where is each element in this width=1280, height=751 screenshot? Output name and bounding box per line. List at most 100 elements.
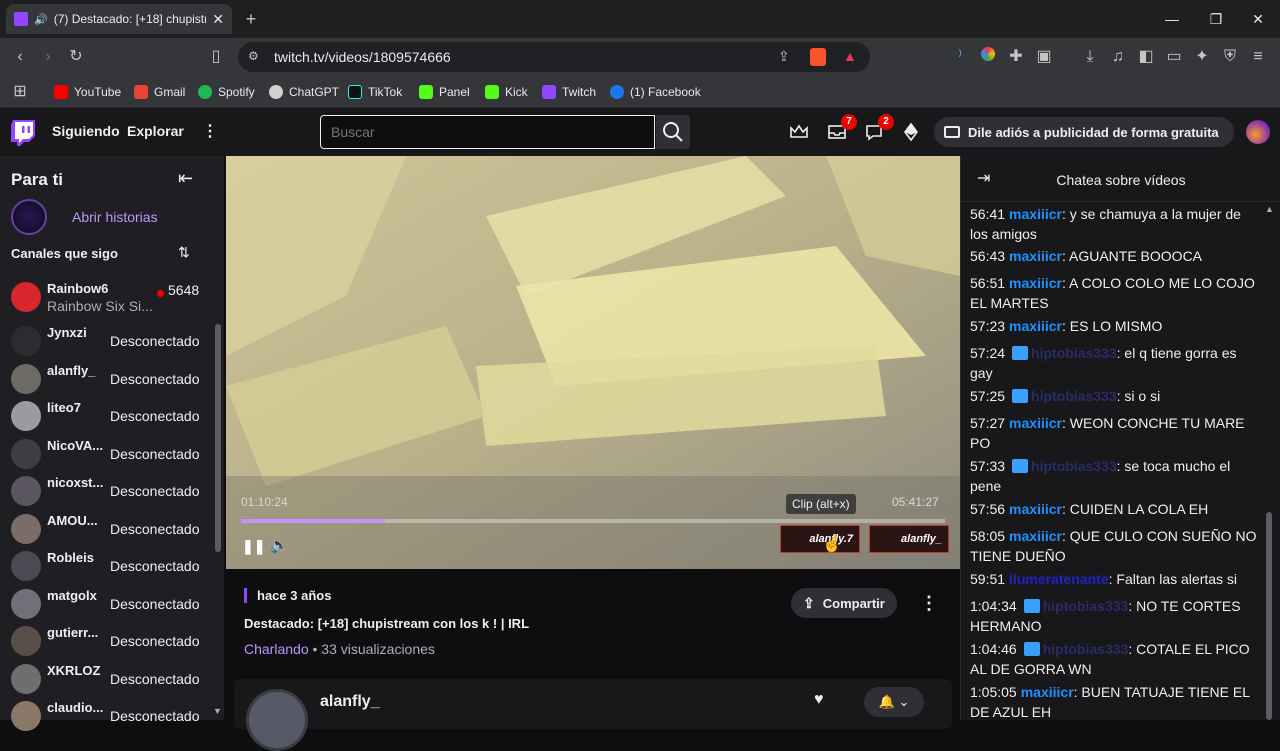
close-tab-icon[interactable]: ✕: [212, 11, 224, 28]
nav-following-link[interactable]: Siguiendo: [52, 123, 120, 139]
search-button[interactable]: [656, 115, 690, 149]
clip-thumbnail[interactable]: alanfly_: [869, 525, 949, 553]
inbox-icon[interactable]: 7: [825, 114, 857, 144]
extensions-icon[interactable]: ✚: [1006, 47, 1026, 67]
chat-timestamp[interactable]: 57:56: [970, 501, 1005, 517]
chat-timestamp[interactable]: 57:33: [970, 458, 1005, 474]
bookmark-gmail[interactable]: Gmail: [134, 82, 185, 102]
twitch-logo-icon[interactable]: [11, 120, 35, 146]
chat-timestamp[interactable]: 59:51: [970, 571, 1005, 587]
bookmark-kick[interactable]: Kick: [485, 82, 528, 102]
bits-icon[interactable]: [899, 120, 923, 144]
pause-icon[interactable]: ❚❚: [242, 538, 265, 555]
channel-avatar[interactable]: [246, 689, 308, 751]
chat-username[interactable]: hiptobias333: [1043, 598, 1129, 614]
more-options-icon[interactable]: ⋮: [202, 121, 218, 141]
chat-timestamp[interactable]: 1:04:34: [970, 598, 1017, 614]
reload-button[interactable]: ↻: [66, 47, 86, 67]
chat-timestamp[interactable]: 56:51: [970, 275, 1005, 291]
sidebar-item-rainbow6[interactable]: Rainbow6 Rainbow Six Si... 5648: [11, 280, 211, 316]
subscriber-badge-icon[interactable]: [1012, 346, 1029, 360]
brave-shields-icon[interactable]: [810, 48, 826, 66]
bookmark-panel[interactable]: Panel: [419, 82, 470, 102]
wallet-signal-icon[interactable]: ⁾: [950, 47, 970, 67]
subscriber-badge-icon[interactable]: [1012, 459, 1029, 473]
collapse-sidebar-icon[interactable]: ⇤: [178, 168, 198, 188]
sidebar-icon[interactable]: ◧: [1136, 47, 1156, 67]
bookmark-facebook[interactable]: (1) Facebook: [610, 82, 701, 102]
forward-button[interactable]: ›: [38, 47, 58, 67]
chat-timestamp[interactable]: 56:41: [970, 206, 1005, 222]
back-button[interactable]: ‹: [10, 47, 30, 67]
sidebar-item-nicoxst[interactable]: nicoxst... Desconectado: [11, 474, 211, 510]
chat-username[interactable]: hiptobias333: [1031, 345, 1117, 361]
sidebar-item-jynxzi[interactable]: Jynxzi Desconectado: [11, 324, 211, 360]
chat-username[interactable]: maxiiicr: [1009, 275, 1062, 291]
nav-explore-link[interactable]: Explorar: [127, 123, 184, 139]
sidebar-item-alanfly[interactable]: alanfly_ Desconectado: [11, 362, 211, 398]
chat-username[interactable]: hiptobias333: [1031, 388, 1117, 404]
maximize-button[interactable]: ❐: [1194, 0, 1238, 38]
scroll-down-icon[interactable]: ▼: [213, 706, 222, 716]
chat-timestamp[interactable]: 1:04:46: [970, 641, 1017, 657]
chat-username[interactable]: maxiiicr: [1009, 248, 1062, 264]
whispers-icon[interactable]: 2: [862, 114, 894, 144]
chat-username[interactable]: maxiiicr: [1021, 684, 1074, 700]
share-button[interactable]: ⇪ Compartir: [791, 588, 897, 618]
chat-timestamp[interactable]: 57:24: [970, 345, 1005, 361]
subscriber-badge-icon[interactable]: [1023, 642, 1040, 656]
media-icon[interactable]: ♫: [1108, 47, 1128, 67]
subscriber-badge-icon[interactable]: [1023, 599, 1040, 613]
brave-rewards-icon[interactable]: ▲: [843, 48, 857, 64]
sidebar-item-gutierr[interactable]: gutierr... Desconectado: [11, 624, 211, 660]
chat-timestamp[interactable]: 58:05: [970, 528, 1005, 544]
chat-username[interactable]: hiptobias333: [1031, 458, 1117, 474]
sidebar-item-claudio[interactable]: claudio... Desconectado: [11, 699, 211, 735]
chat-timestamp[interactable]: 57:27: [970, 415, 1005, 431]
chat-timestamp[interactable]: 57:23: [970, 318, 1005, 334]
sidebar-item-amou[interactable]: AMOU... Desconectado: [11, 512, 211, 548]
apps-grid-icon[interactable]: ⊞: [10, 82, 30, 102]
downloads-icon[interactable]: ⤓: [1080, 47, 1100, 67]
sidebar-scrollbar[interactable]: [215, 324, 221, 552]
sidebar-item-robleis[interactable]: Robleis Desconectado: [11, 549, 211, 585]
screenshot-icon[interactable]: ▣: [1034, 47, 1054, 67]
address-bar[interactable]: ⚙ twitch.tv/videos/1809574666 ⇪ ▲: [238, 42, 870, 72]
site-settings-icon[interactable]: ⚙: [248, 49, 259, 63]
search-input[interactable]: [321, 116, 654, 148]
notifications-button[interactable]: 🔔 ⌄: [864, 687, 924, 717]
clip-thumbnail[interactable]: alanfly.7: [780, 525, 860, 553]
chat-timestamp[interactable]: 57:25: [970, 388, 1005, 404]
channel-name[interactable]: alanfly_: [320, 693, 380, 711]
bookmark-tiktok[interactable]: TikTok: [348, 82, 402, 102]
seek-bar[interactable]: [241, 519, 945, 523]
leo-ai-icon[interactable]: ✦: [1192, 47, 1212, 67]
chat-username[interactable]: maxiiicr: [1009, 318, 1062, 334]
video-player[interactable]: 01:10:24 05:41:27 ❚❚ 🔈 Clip (alt+x) alan…: [226, 156, 960, 569]
chat-username[interactable]: maxiiicr: [1009, 206, 1062, 222]
chat-scrollbar[interactable]: [1266, 512, 1272, 720]
chat-timestamp[interactable]: 56:43: [970, 248, 1005, 264]
menu-icon[interactable]: ≡: [1248, 47, 1268, 67]
bookmark-twitch[interactable]: Twitch: [542, 82, 596, 102]
sidebar-item-liteo7[interactable]: liteo7 Desconectado: [11, 399, 211, 435]
more-options-icon[interactable]: ⋮: [920, 593, 938, 614]
minimize-button[interactable]: —: [1150, 0, 1194, 38]
bookmark-icon[interactable]: ▯: [206, 47, 226, 67]
follow-heart-icon[interactable]: ♥: [814, 691, 824, 709]
chat-username[interactable]: maxiiicr: [1009, 528, 1062, 544]
sort-icon[interactable]: ⇅: [178, 244, 196, 262]
sidebar-item-matgolx[interactable]: matgolx Desconectado: [11, 587, 211, 623]
ad-free-promo-button[interactable]: Dile adiós a publicidad de forma gratuit…: [934, 117, 1234, 147]
browser-tab[interactable]: 🔊 (7) Destacado: [+18] chupistr ✕: [6, 4, 232, 34]
category-link[interactable]: Charlando: [244, 641, 309, 657]
scroll-up-icon[interactable]: ▲: [1265, 204, 1274, 214]
chat-username[interactable]: maxiiicr: [1009, 415, 1062, 431]
bookmark-spotify[interactable]: Spotify: [198, 82, 255, 102]
stories-row[interactable]: Abrir historias: [11, 199, 158, 235]
bookmark-chatgpt[interactable]: ChatGPT: [269, 82, 339, 102]
wallet-icon[interactable]: ▭: [1164, 47, 1184, 67]
share-page-icon[interactable]: ⇪: [778, 48, 790, 65]
sidebar-item-xkrloz[interactable]: XKRLOZ Desconectado: [11, 662, 211, 698]
subscriber-badge-icon[interactable]: [1012, 389, 1029, 403]
